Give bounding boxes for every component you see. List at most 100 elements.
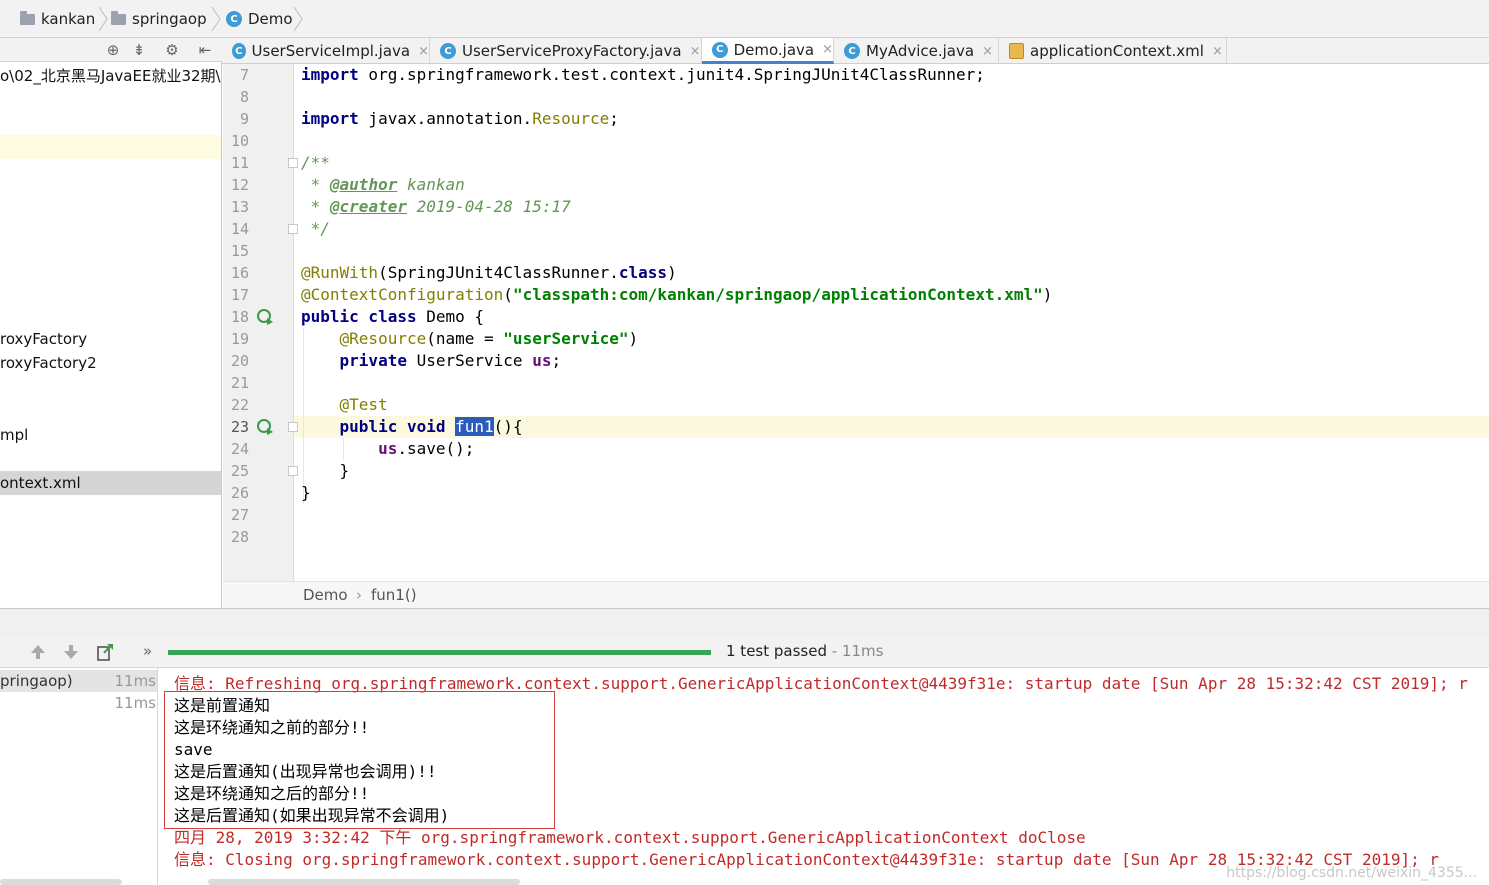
code-line: @ContextConfiguration("classpath:com/kan… bbox=[301, 285, 1053, 304]
close-icon[interactable]: × bbox=[982, 44, 993, 59]
tab-demo[interactable]: C Demo.java × bbox=[702, 38, 834, 64]
code-line: * @creater 2019-04-28 15:17 bbox=[301, 197, 571, 216]
editor-breadcrumb-class[interactable]: Demo bbox=[303, 586, 348, 604]
more-icon[interactable]: » bbox=[143, 642, 152, 660]
line-number: 23 bbox=[230, 418, 249, 436]
breadcrumb-label: Demo bbox=[248, 10, 293, 28]
code-line: } bbox=[301, 461, 350, 480]
line-gutter: 7 8 9 10 11 12 13 14 15 16 17 18 19 20 2… bbox=[223, 64, 298, 581]
test-result-time: 11ms bbox=[114, 694, 156, 712]
code-line: @Resource(name = "userService") bbox=[339, 329, 639, 348]
hide-panel-icon[interactable]: ⇤ bbox=[196, 41, 214, 59]
close-icon[interactable]: × bbox=[1212, 44, 1223, 59]
breadcrumb-label: kankan bbox=[41, 10, 96, 28]
export-icon[interactable] bbox=[95, 642, 115, 662]
run-test-icon[interactable] bbox=[256, 308, 274, 326]
gear-icon[interactable]: ⚙ bbox=[163, 41, 181, 59]
console-output[interactable]: 信息: Refreshing org.springframework.conte… bbox=[158, 668, 1489, 885]
test-result-row[interactable]: 11ms bbox=[0, 692, 157, 714]
chevron-right-icon bbox=[210, 7, 222, 31]
line-number: 7 bbox=[239, 66, 249, 84]
tab-label: MyAdvice.java bbox=[866, 42, 975, 60]
test-result-time: 11ms bbox=[114, 672, 156, 690]
run-test-icon[interactable] bbox=[256, 418, 274, 436]
test-status: 1 test passed - 11ms bbox=[726, 642, 883, 660]
xml-file-icon bbox=[1009, 43, 1024, 59]
editor-tabs: C UserServiceImpl.java × C UserServicePr… bbox=[222, 38, 1489, 64]
code-line: private UserService us; bbox=[339, 351, 562, 370]
annotation-highlight-box bbox=[164, 691, 555, 829]
test-results-tree: pringaop) 11ms 11ms bbox=[0, 668, 158, 885]
fold-marker[interactable] bbox=[288, 158, 298, 168]
tab-applicationcontext[interactable]: applicationContext.xml × bbox=[999, 38, 1227, 64]
line-number: 22 bbox=[230, 396, 249, 414]
code-line: @Test bbox=[339, 395, 388, 414]
collapse-icon[interactable]: ⇟ bbox=[130, 41, 148, 59]
tab-label: Demo.java bbox=[733, 40, 815, 59]
tree-item[interactable] bbox=[0, 135, 221, 159]
editor-breadcrumb: Demo › fun1() bbox=[223, 581, 1489, 608]
horizontal-scrollbar[interactable] bbox=[208, 879, 520, 885]
tab-label: UserServiceImpl.java bbox=[251, 42, 411, 60]
project-toolbar: ⊕ ⇟ ⚙ ⇤ bbox=[0, 38, 222, 62]
test-result-row[interactable]: pringaop) 11ms bbox=[0, 670, 157, 692]
code-line: us.save(); bbox=[378, 439, 475, 458]
code-line: public void fun1(){ bbox=[339, 417, 523, 436]
watermark: https://blog.csdn.net/weixin_4355... bbox=[1226, 865, 1477, 881]
test-status-text: 1 test passed bbox=[726, 642, 827, 660]
console-line: 四月 28, 2019 3:32:42 下午 org.springframewo… bbox=[174, 828, 1086, 847]
tab-myadvice[interactable]: C MyAdvice.java × bbox=[834, 38, 999, 64]
tree-item[interactable]: o\02_北京黑马JavaEE就业32期\7_ bbox=[0, 64, 221, 88]
line-number: 13 bbox=[230, 198, 249, 216]
line-number: 12 bbox=[230, 176, 249, 194]
code-line: */ bbox=[301, 219, 330, 238]
tree-item[interactable]: mpl bbox=[0, 423, 221, 447]
chevron-right-icon bbox=[97, 7, 109, 31]
close-icon[interactable]: × bbox=[690, 44, 701, 59]
tab-userserviceproxyfactory[interactable]: C UserServiceProxyFactory.java × bbox=[430, 38, 702, 64]
breadcrumb-item-demo[interactable]: C Demo bbox=[226, 8, 293, 30]
breadcrumb-label: springaop bbox=[132, 10, 207, 28]
tree-item[interactable]: roxyFactory bbox=[0, 327, 221, 351]
code-line: public class Demo { bbox=[301, 307, 485, 326]
breadcrumb-item-springaop[interactable]: springaop bbox=[111, 8, 207, 30]
locate-icon[interactable]: ⊕ bbox=[104, 41, 122, 59]
run-panel-header bbox=[0, 608, 1489, 635]
close-icon[interactable]: × bbox=[418, 44, 429, 59]
code-line: } bbox=[301, 483, 311, 502]
navigation-bar: kankan springaop C Demo bbox=[0, 0, 1489, 38]
close-icon[interactable]: × bbox=[822, 42, 833, 57]
project-tree: o\02_北京黑马JavaEE就业32期\7_ roxyFactory roxy… bbox=[0, 62, 222, 608]
line-number: 8 bbox=[239, 88, 249, 106]
editor-breadcrumb-method[interactable]: fun1() bbox=[371, 586, 417, 604]
code-line: /** bbox=[301, 153, 330, 172]
tree-item-selected[interactable]: ontext.xml bbox=[0, 471, 221, 495]
previous-failed-icon[interactable] bbox=[28, 642, 48, 662]
folder-icon bbox=[20, 10, 35, 25]
code-line: * @author kankan bbox=[301, 175, 465, 194]
horizontal-scrollbar[interactable] bbox=[0, 879, 122, 885]
test-status-time: - 11ms bbox=[826, 642, 884, 660]
code-editor[interactable]: 7 8 9 10 11 12 13 14 15 16 17 18 19 20 2… bbox=[223, 64, 1489, 581]
line-number: 14 bbox=[230, 220, 249, 238]
chevron-right-icon bbox=[292, 7, 304, 31]
line-number: 24 bbox=[230, 440, 249, 458]
fold-marker[interactable] bbox=[288, 224, 298, 234]
line-number: 19 bbox=[230, 330, 249, 348]
fold-marker[interactable] bbox=[288, 466, 298, 476]
line-number: 25 bbox=[230, 462, 249, 480]
line-number: 20 bbox=[230, 352, 249, 370]
fold-marker[interactable] bbox=[288, 422, 298, 432]
breadcrumb-item-kankan[interactable]: kankan bbox=[20, 8, 95, 30]
class-icon: C bbox=[226, 11, 242, 27]
class-icon: C bbox=[232, 43, 246, 59]
class-icon: C bbox=[712, 41, 728, 58]
tree-item[interactable]: roxyFactory2 bbox=[0, 351, 221, 375]
line-number: 18 bbox=[230, 308, 249, 326]
line-number: 16 bbox=[230, 264, 249, 282]
selected-method-name: fun1 bbox=[455, 417, 494, 436]
chevron-right-icon: › bbox=[356, 586, 362, 604]
class-icon: C bbox=[844, 43, 860, 59]
tab-userserviceimpl[interactable]: C UserServiceImpl.java × bbox=[222, 38, 430, 64]
next-failed-icon[interactable] bbox=[61, 642, 81, 662]
